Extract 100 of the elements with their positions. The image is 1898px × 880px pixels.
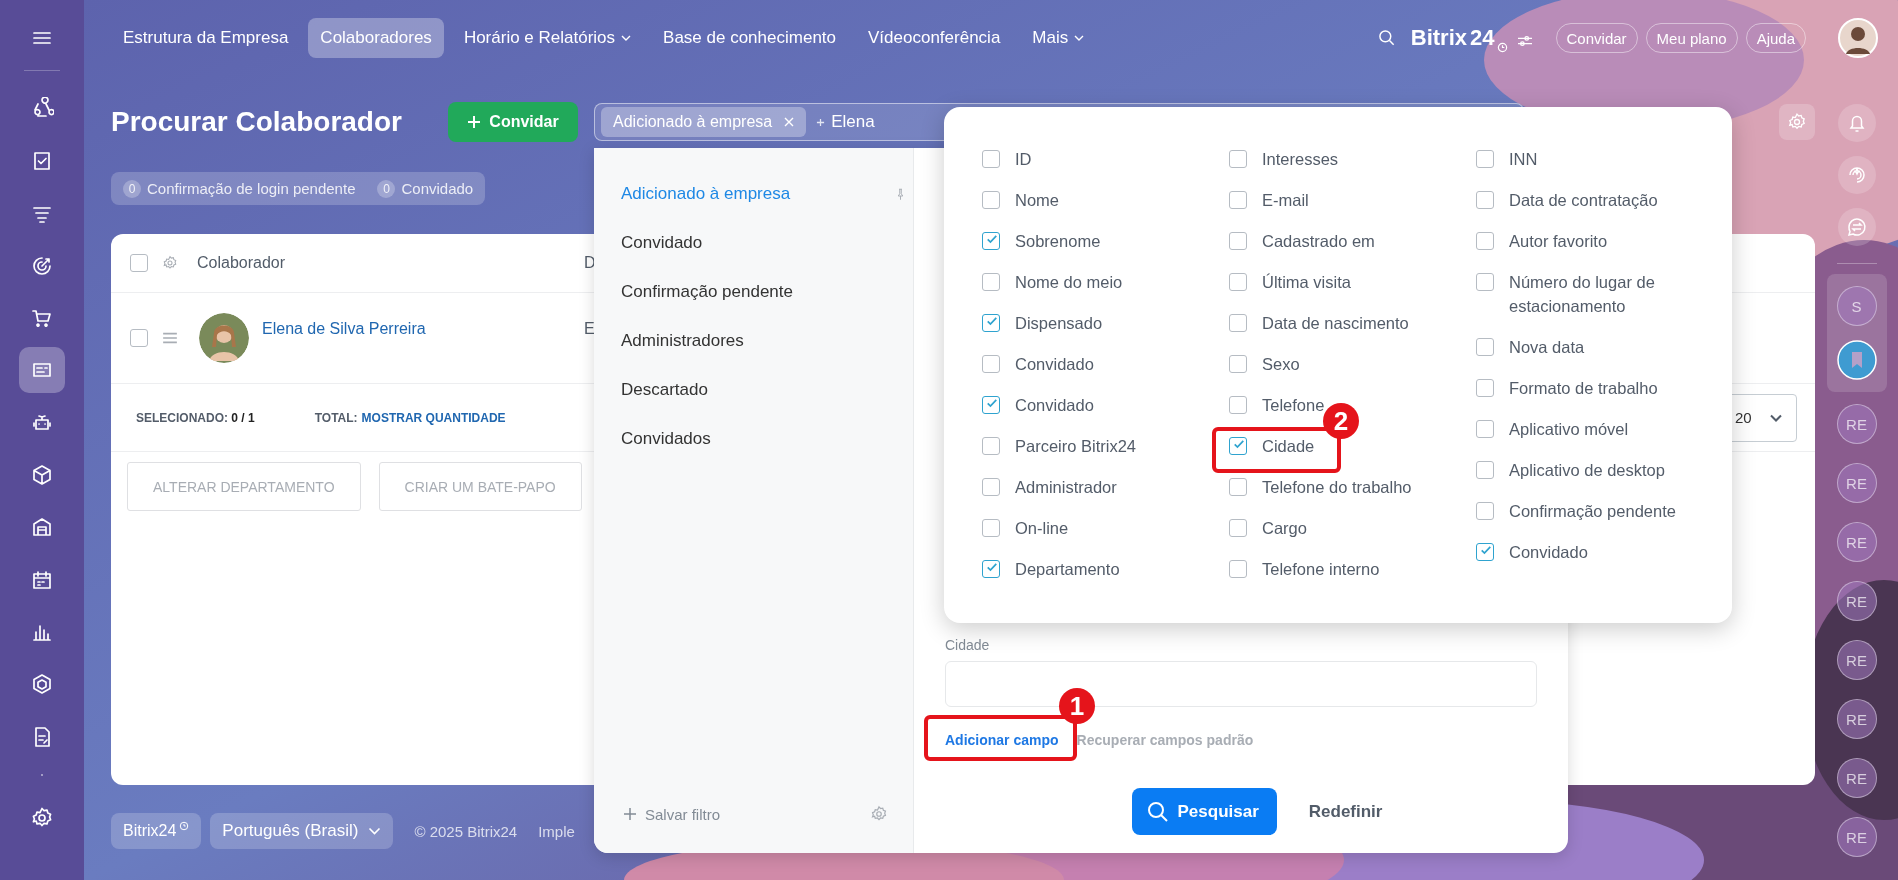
checkbox-label[interactable]: Confirmação pendente bbox=[1509, 498, 1709, 523]
filter-preset[interactable]: Descartado bbox=[594, 365, 913, 414]
checkbox[interactable] bbox=[1476, 231, 1494, 250]
pin-icon[interactable] bbox=[896, 188, 905, 201]
checkbox[interactable] bbox=[130, 254, 148, 272]
nav-tab[interactable]: Vídeoconferência bbox=[856, 18, 1013, 58]
checkbox[interactable] bbox=[1229, 272, 1247, 291]
checkbox[interactable] bbox=[1476, 190, 1494, 209]
nav-tab[interactable]: Horário e Relatórios bbox=[451, 18, 644, 58]
checkbox[interactable] bbox=[1229, 190, 1247, 209]
employee-link[interactable]: Elena de Silva Perreira bbox=[262, 320, 584, 338]
checkbox[interactable] bbox=[1229, 436, 1247, 455]
search-icon[interactable] bbox=[1376, 28, 1397, 48]
filter-preset[interactable]: Adicionado à empresa bbox=[594, 169, 913, 218]
checkbox[interactable] bbox=[982, 559, 1000, 578]
hexagon-icon bbox=[30, 672, 54, 697]
checkbox-label[interactable]: Convidado bbox=[1015, 351, 1215, 376]
checkbox-label[interactable]: Data de nascimento bbox=[1262, 310, 1462, 335]
checkbox-label[interactable]: Nome do meio bbox=[1015, 269, 1215, 294]
filter-preset[interactable]: Confirmação pendente bbox=[594, 267, 913, 316]
checkbox[interactable] bbox=[1229, 354, 1247, 373]
checkbox-label[interactable]: Sexo bbox=[1262, 351, 1462, 376]
add-field-link[interactable]: Adicionar campo bbox=[945, 732, 1059, 748]
checkbox-label[interactable]: Telefone interno bbox=[1262, 556, 1462, 581]
checkbox[interactable] bbox=[982, 190, 1000, 209]
nav-tab[interactable]: Mais bbox=[1020, 18, 1097, 58]
checkbox[interactable] bbox=[1476, 337, 1494, 356]
checkbox[interactable] bbox=[1476, 419, 1494, 438]
chat-avatar[interactable]: RE bbox=[1836, 640, 1877, 680]
checkbox-label[interactable]: Parceiro Bitrix24 bbox=[1015, 433, 1215, 458]
checkbox[interactable] bbox=[982, 313, 1000, 332]
checkbox-label[interactable]: Número do lugar de estacionamento bbox=[1509, 269, 1709, 318]
bell-icon[interactable] bbox=[1836, 103, 1877, 143]
checkbox[interactable] bbox=[1476, 460, 1494, 479]
checkbox[interactable] bbox=[1229, 313, 1247, 332]
checkbox-label[interactable]: Telefone do trabalho bbox=[1262, 474, 1462, 499]
checkbox[interactable] bbox=[982, 518, 1000, 537]
checkbox[interactable] bbox=[1476, 542, 1494, 561]
checkbox-label[interactable]: Aplicativo de desktop bbox=[1509, 457, 1709, 482]
checkbox-label[interactable]: Convidado bbox=[1015, 392, 1215, 417]
checkbox-label[interactable]: Nova data bbox=[1509, 334, 1709, 359]
checkbox-label[interactable]: Data de contratação bbox=[1509, 187, 1709, 212]
checkbox[interactable] bbox=[982, 149, 1000, 168]
checkbox[interactable] bbox=[982, 272, 1000, 291]
checkbox[interactable] bbox=[1229, 231, 1247, 250]
checkbox-label[interactable]: Convidado bbox=[1509, 539, 1709, 564]
drag-handle-icon[interactable] bbox=[162, 332, 178, 344]
nav-tab[interactable]: Base de conhecimento bbox=[651, 18, 848, 58]
filter-preset[interactable]: Convidados bbox=[594, 414, 913, 463]
checkbox-label[interactable]: E-mail bbox=[1262, 187, 1462, 212]
checkbox[interactable] bbox=[1476, 149, 1494, 168]
filter-preset[interactable]: Convidado bbox=[594, 218, 913, 267]
checkbox-label[interactable]: Última visita bbox=[1262, 269, 1462, 294]
checkbox[interactable] bbox=[982, 477, 1000, 496]
checkbox-label[interactable]: On-line bbox=[1015, 515, 1215, 540]
checkbox[interactable] bbox=[982, 436, 1000, 455]
checkbox[interactable] bbox=[982, 395, 1000, 414]
checkbox-label[interactable]: INN bbox=[1509, 146, 1709, 171]
reset-button[interactable]: Redefinir bbox=[1308, 801, 1383, 822]
checkbox[interactable] bbox=[1229, 559, 1247, 578]
checkbox-label[interactable]: Departamento bbox=[1015, 556, 1215, 581]
table-cell: E bbox=[584, 320, 595, 338]
checkbox-label[interactable]: ID bbox=[1015, 146, 1215, 171]
checkbox-label[interactable]: Interesses bbox=[1262, 146, 1462, 171]
user-avatar[interactable] bbox=[1838, 18, 1878, 58]
checkbox[interactable] bbox=[1229, 518, 1247, 537]
checkbox[interactable] bbox=[1476, 272, 1494, 291]
chat-avatar[interactable]: RE bbox=[1836, 581, 1877, 621]
chat-avatar[interactable]: RE bbox=[1836, 758, 1877, 798]
sliders-icon[interactable] bbox=[1515, 34, 1534, 48]
checkbox-label[interactable]: Autor favorito bbox=[1509, 228, 1709, 253]
chat-avatar[interactable]: RE bbox=[1836, 699, 1877, 739]
checkbox[interactable] bbox=[1476, 501, 1494, 520]
checkbox-label[interactable]: Aplicativo móvel bbox=[1509, 416, 1709, 441]
contacts-button[interactable] bbox=[19, 347, 65, 394]
checkbox-label[interactable]: Sobrenome bbox=[1015, 228, 1215, 253]
filter-preset[interactable]: Administradores bbox=[594, 316, 913, 365]
checkbox[interactable] bbox=[1476, 378, 1494, 397]
bookmark-icon[interactable] bbox=[1836, 340, 1877, 380]
checkbox-label[interactable]: Dispensado bbox=[1015, 310, 1215, 335]
show-count-link[interactable]: MOSTRAR QUANTIDADE bbox=[361, 410, 506, 425]
plus-icon bbox=[623, 807, 637, 821]
checkbox-label[interactable]: Cadastrado em bbox=[1262, 228, 1462, 253]
checkbox[interactable] bbox=[982, 354, 1000, 373]
swirl-icon[interactable] bbox=[1836, 155, 1877, 195]
checkbox-label[interactable]: Nome bbox=[1015, 187, 1215, 212]
checkbox[interactable] bbox=[1229, 395, 1247, 414]
nav-tab[interactable]: Estrutura da Empresa bbox=[111, 18, 301, 58]
search-button[interactable]: Pesquisar bbox=[1131, 788, 1277, 835]
checkbox[interactable] bbox=[1229, 477, 1247, 496]
checkbox-label[interactable]: Cargo bbox=[1262, 515, 1462, 540]
settings-button[interactable] bbox=[1779, 104, 1815, 140]
chat-icon[interactable] bbox=[1836, 207, 1877, 247]
checkbox-label[interactable]: Administrador bbox=[1015, 474, 1215, 499]
column-header[interactable]: Colaborador bbox=[197, 254, 584, 272]
close-icon[interactable] bbox=[784, 117, 795, 127]
checkbox[interactable] bbox=[982, 231, 1000, 250]
checkbox[interactable] bbox=[1229, 149, 1247, 168]
checkbox-label[interactable]: Formato de trabalho bbox=[1509, 375, 1709, 400]
checkbox[interactable] bbox=[130, 329, 148, 347]
